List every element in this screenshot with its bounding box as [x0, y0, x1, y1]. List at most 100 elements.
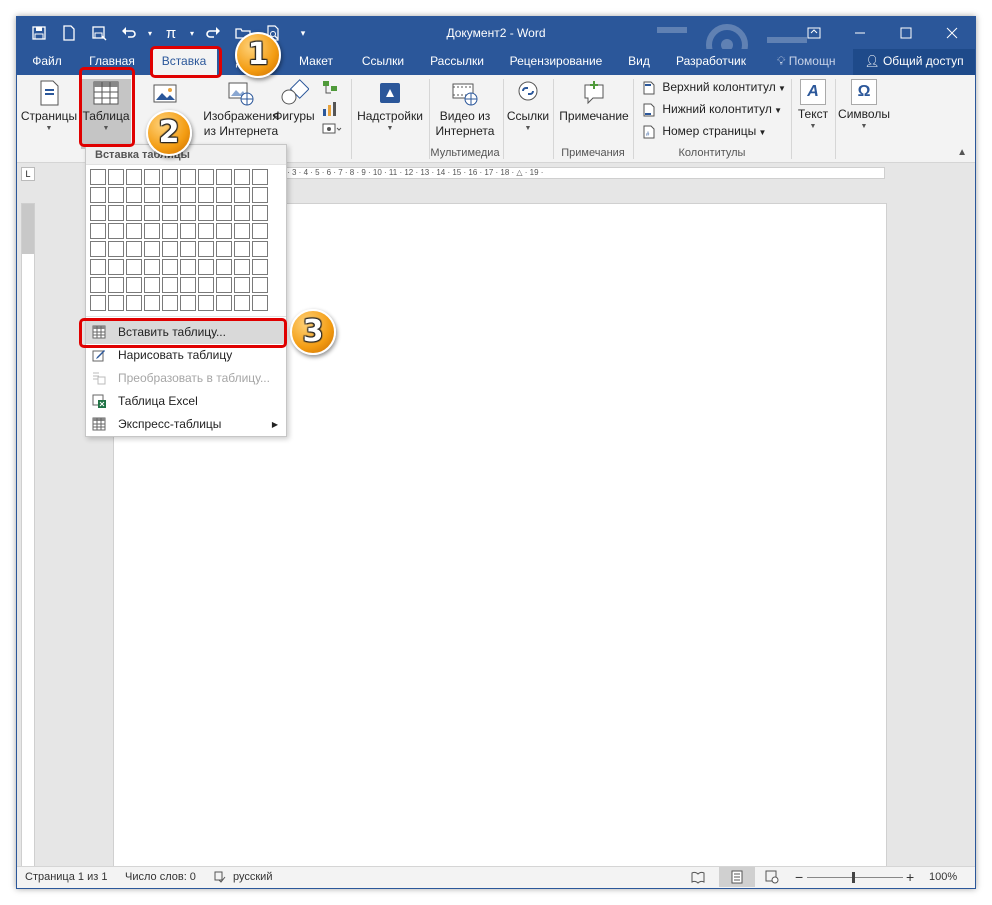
table-grid-cell[interactable]: [234, 187, 250, 203]
table-grid-cell[interactable]: [126, 187, 142, 203]
table-grid-cell[interactable]: [234, 205, 250, 221]
new-document-icon[interactable]: [55, 21, 83, 45]
save-icon[interactable]: [25, 21, 53, 45]
page-count[interactable]: Страница 1 из 1: [25, 871, 107, 883]
zoom-slider-thumb[interactable]: [852, 872, 855, 883]
tab-insert[interactable]: Вставка: [151, 49, 217, 75]
table-grid-cell[interactable]: [234, 169, 250, 185]
table-grid-cell[interactable]: [198, 205, 214, 221]
tab-developer[interactable]: Разработчик: [669, 49, 753, 75]
table-grid-cell[interactable]: [198, 241, 214, 257]
links-button[interactable]: Ссылки ▼: [505, 79, 551, 134]
table-grid-cell[interactable]: [144, 295, 160, 311]
table-grid-cell[interactable]: [252, 259, 268, 275]
web-layout-icon[interactable]: [765, 870, 779, 887]
table-grid-cell[interactable]: [126, 277, 142, 293]
table-size-grid[interactable]: [90, 169, 268, 311]
table-grid-cell[interactable]: [180, 205, 196, 221]
table-grid-cell[interactable]: [216, 223, 232, 239]
undo-dropdown-icon[interactable]: ▾: [145, 21, 155, 45]
online-pictures-button[interactable]: Изображения из Интернета: [203, 79, 279, 139]
tab-review[interactable]: Рецензирование: [503, 49, 609, 75]
table-grid-cell[interactable]: [108, 223, 124, 239]
page-number-button[interactable]: # Номер страницы ▼: [643, 121, 766, 141]
table-grid-cell[interactable]: [144, 223, 160, 239]
read-mode-icon[interactable]: [691, 870, 705, 887]
table-grid-cell[interactable]: [108, 241, 124, 257]
screenshot-icon[interactable]: [321, 121, 343, 137]
tab-view[interactable]: Вид: [619, 49, 659, 75]
table-grid-cell[interactable]: [234, 277, 250, 293]
table-grid-cell[interactable]: [144, 277, 160, 293]
tab-mailings[interactable]: Рассылки: [423, 49, 491, 75]
table-grid-cell[interactable]: [144, 187, 160, 203]
draw-table-item[interactable]: Нарисовать таблицу: [86, 344, 286, 367]
insert-table-item[interactable]: Вставить таблицу...: [86, 321, 286, 344]
table-grid-cell[interactable]: [198, 187, 214, 203]
tab-selector[interactable]: L: [21, 167, 35, 181]
close-icon[interactable]: [929, 17, 975, 49]
table-grid-cell[interactable]: [90, 205, 106, 221]
table-grid-cell[interactable]: [216, 295, 232, 311]
table-grid-cell[interactable]: [198, 169, 214, 185]
comment-button[interactable]: Примечание: [557, 79, 631, 124]
table-grid-cell[interactable]: [252, 223, 268, 239]
customize-qat-icon[interactable]: ▾: [289, 21, 317, 45]
maximize-icon[interactable]: [883, 17, 929, 49]
collapse-ribbon-icon[interactable]: ▲: [957, 147, 967, 158]
table-grid-cell[interactable]: [162, 223, 178, 239]
table-grid-cell[interactable]: [90, 241, 106, 257]
table-grid-cell[interactable]: [216, 259, 232, 275]
table-grid-cell[interactable]: [126, 241, 142, 257]
undo-icon[interactable]: [115, 21, 143, 45]
quick-tables-item[interactable]: Экспресс-таблицы ▶: [86, 413, 286, 436]
table-grid-cell[interactable]: [216, 187, 232, 203]
addins-button[interactable]: Надстройки ▼: [355, 79, 425, 134]
table-grid-cell[interactable]: [216, 169, 232, 185]
equation-dropdown-icon[interactable]: ▾: [187, 21, 197, 45]
tab-file[interactable]: Файл: [23, 49, 71, 75]
save-as-icon[interactable]: [85, 21, 113, 45]
table-grid-cell[interactable]: [108, 169, 124, 185]
table-grid-cell[interactable]: [90, 295, 106, 311]
table-grid-cell[interactable]: [180, 241, 196, 257]
word-count[interactable]: Число слов: 0: [125, 871, 196, 883]
zoom-level[interactable]: 100%: [929, 871, 957, 883]
table-grid-cell[interactable]: [126, 169, 142, 185]
table-grid-cell[interactable]: [108, 259, 124, 275]
table-grid-cell[interactable]: [180, 259, 196, 275]
symbols-button[interactable]: Ω Символы ▼: [837, 79, 891, 132]
table-button[interactable]: Таблица ▼: [81, 79, 131, 149]
table-grid-cell[interactable]: [198, 277, 214, 293]
table-grid-cell[interactable]: [162, 241, 178, 257]
tab-home[interactable]: Главная: [83, 49, 141, 75]
table-grid-cell[interactable]: [126, 295, 142, 311]
table-grid-cell[interactable]: [216, 277, 232, 293]
table-grid-cell[interactable]: [252, 205, 268, 221]
table-grid-cell[interactable]: [90, 169, 106, 185]
equation-pi-icon[interactable]: π: [157, 21, 185, 45]
ribbon-display-options-icon[interactable]: [791, 17, 837, 49]
table-grid-cell[interactable]: [108, 205, 124, 221]
table-grid-cell[interactable]: [162, 187, 178, 203]
footer-button[interactable]: Нижний колонтитул ▼: [643, 99, 782, 119]
table-grid-cell[interactable]: [162, 277, 178, 293]
convert-to-table-item[interactable]: Преобразовать в таблицу...: [86, 367, 286, 390]
zoom-out-button[interactable]: −: [795, 869, 803, 885]
text-button[interactable]: A Текст ▼: [793, 79, 833, 132]
redo-icon[interactable]: [199, 21, 227, 45]
smartart-icon[interactable]: [321, 79, 339, 97]
zoom-slider[interactable]: [807, 877, 903, 878]
table-grid-cell[interactable]: [126, 223, 142, 239]
shapes-button[interactable]: Фигуры: [269, 79, 319, 124]
table-grid-cell[interactable]: [198, 295, 214, 311]
excel-table-item[interactable]: Таблица Excel: [86, 390, 286, 413]
table-grid-cell[interactable]: [162, 295, 178, 311]
table-grid-cell[interactable]: [162, 205, 178, 221]
table-grid-cell[interactable]: [162, 169, 178, 185]
pages-button[interactable]: Страницы ▼: [19, 79, 79, 134]
table-grid-cell[interactable]: [144, 169, 160, 185]
print-layout-icon[interactable]: [719, 867, 755, 887]
table-grid-cell[interactable]: [180, 277, 196, 293]
tab-layout[interactable]: Макет: [291, 49, 341, 75]
